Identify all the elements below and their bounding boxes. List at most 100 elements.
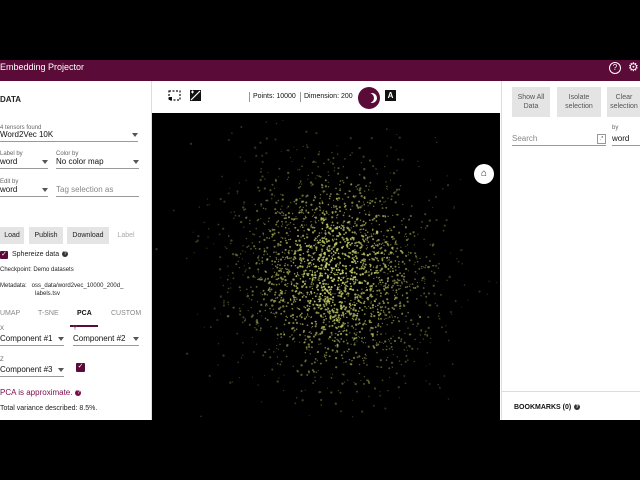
data-point: [238, 214, 241, 217]
data-point: [478, 290, 481, 293]
data-point: [277, 263, 279, 266]
data-point: [307, 343, 310, 346]
data-point: [331, 349, 334, 352]
tag-selection-input[interactable]: Tag selection as: [56, 184, 139, 197]
data-point: [284, 278, 287, 282]
data-point: [303, 341, 306, 344]
projection-canvas[interactable]: [152, 113, 500, 420]
data-point: [343, 324, 345, 326]
data-point: [332, 299, 334, 301]
label-button[interactable]: Label: [112, 227, 140, 244]
pca-y-select[interactable]: Component #2: [73, 333, 139, 346]
tensor-select[interactable]: Word2Vec 10K: [0, 129, 138, 142]
data-point: [443, 375, 446, 377]
data-point: [381, 207, 384, 209]
data-point: [438, 262, 440, 265]
data-point: [305, 224, 307, 226]
data-point: [398, 279, 401, 282]
data-point: [321, 228, 324, 230]
data-point: [312, 252, 315, 255]
data-point: [208, 374, 211, 378]
label-icon[interactable]: A: [385, 90, 396, 101]
help-icon[interactable]: ?: [609, 62, 621, 74]
perspective-icon[interactable]: [189, 89, 202, 102]
data-point: [369, 295, 371, 297]
home-icon[interactable]: ⌂: [474, 164, 494, 184]
pca-z-checkbox[interactable]: ✓: [76, 363, 85, 372]
data-point: [418, 165, 420, 168]
data-point: [447, 398, 450, 400]
data-point: [320, 267, 323, 270]
help-icon[interactable]: ?: [574, 404, 581, 411]
load-button[interactable]: Load: [0, 227, 24, 244]
data-point: [355, 218, 358, 221]
data-point: [251, 294, 254, 297]
label-by-select[interactable]: word: [0, 156, 48, 169]
publish-button[interactable]: Publish: [29, 227, 63, 244]
data-point: [307, 248, 310, 251]
data-point: [387, 267, 390, 271]
tab-custom[interactable]: CUSTOM: [111, 310, 141, 317]
gear-icon[interactable]: ⚙: [628, 60, 639, 74]
data-point: [342, 340, 345, 343]
data-point: [375, 197, 377, 200]
search-input[interactable]: Search .*: [512, 133, 606, 146]
color-by-select[interactable]: No color map: [56, 156, 139, 169]
data-point: [311, 226, 314, 229]
data-point: [384, 249, 387, 252]
show-all-data-button[interactable]: Show All Data: [512, 87, 550, 117]
data-point: [386, 345, 388, 347]
data-point: [345, 267, 348, 270]
data-point: [370, 302, 372, 304]
download-button[interactable]: Download: [67, 227, 109, 244]
data-point: [254, 146, 257, 149]
data-point: [303, 260, 306, 263]
data-point: [296, 307, 298, 309]
clear-selection-button[interactable]: Clear selection: [607, 87, 640, 117]
data-point: [336, 308, 339, 311]
pca-z-select[interactable]: Component #3: [0, 364, 64, 377]
regex-icon[interactable]: .*: [597, 134, 606, 144]
data-point: [384, 285, 386, 287]
data-point: [189, 142, 193, 145]
data-point: [335, 238, 338, 241]
help-icon[interactable]: ?: [75, 389, 82, 396]
tab-umap[interactable]: UMAP: [0, 310, 20, 317]
pca-x-select[interactable]: Component #1: [0, 333, 64, 346]
data-point: [362, 245, 364, 247]
edit-by-select[interactable]: word: [0, 184, 48, 197]
data-point: [363, 209, 365, 211]
data-point: [343, 316, 345, 318]
data-point: [331, 339, 334, 342]
data-point: [353, 271, 356, 274]
data-point: [339, 189, 342, 192]
data-point: [263, 223, 266, 226]
data-point: [367, 296, 369, 299]
data-point: [333, 340, 336, 343]
tab-tsne[interactable]: T-SNE: [38, 310, 59, 317]
search-by-select[interactable]: word: [612, 133, 640, 146]
data-point: [405, 226, 408, 229]
data-point: [389, 227, 391, 230]
selection-icon[interactable]: [168, 89, 181, 102]
tab-pca[interactable]: PCA: [77, 310, 92, 317]
data-point: [311, 369, 315, 372]
data-point: [333, 206, 335, 208]
data-point: [385, 359, 388, 361]
data-point: [302, 275, 304, 277]
projector-toolbar: A Points: 10000 Dimension: 200: [152, 81, 500, 113]
data-point: [359, 281, 362, 284]
bookmarks-title[interactable]: BOOKMARKS (0)?: [514, 404, 581, 411]
data-point: [383, 201, 385, 203]
isolate-selection-button[interactable]: Isolate selection: [557, 87, 601, 117]
data-point: [262, 232, 265, 235]
data-point: [364, 320, 366, 322]
data-point: [269, 255, 271, 258]
sphereize-checkbox[interactable]: ✓: [0, 251, 8, 259]
help-icon[interactable]: ?: [62, 251, 69, 258]
data-point: [295, 285, 298, 288]
data-point: [342, 226, 345, 229]
data-point: [299, 240, 301, 242]
data-point: [263, 254, 265, 256]
data-point: [362, 201, 364, 203]
